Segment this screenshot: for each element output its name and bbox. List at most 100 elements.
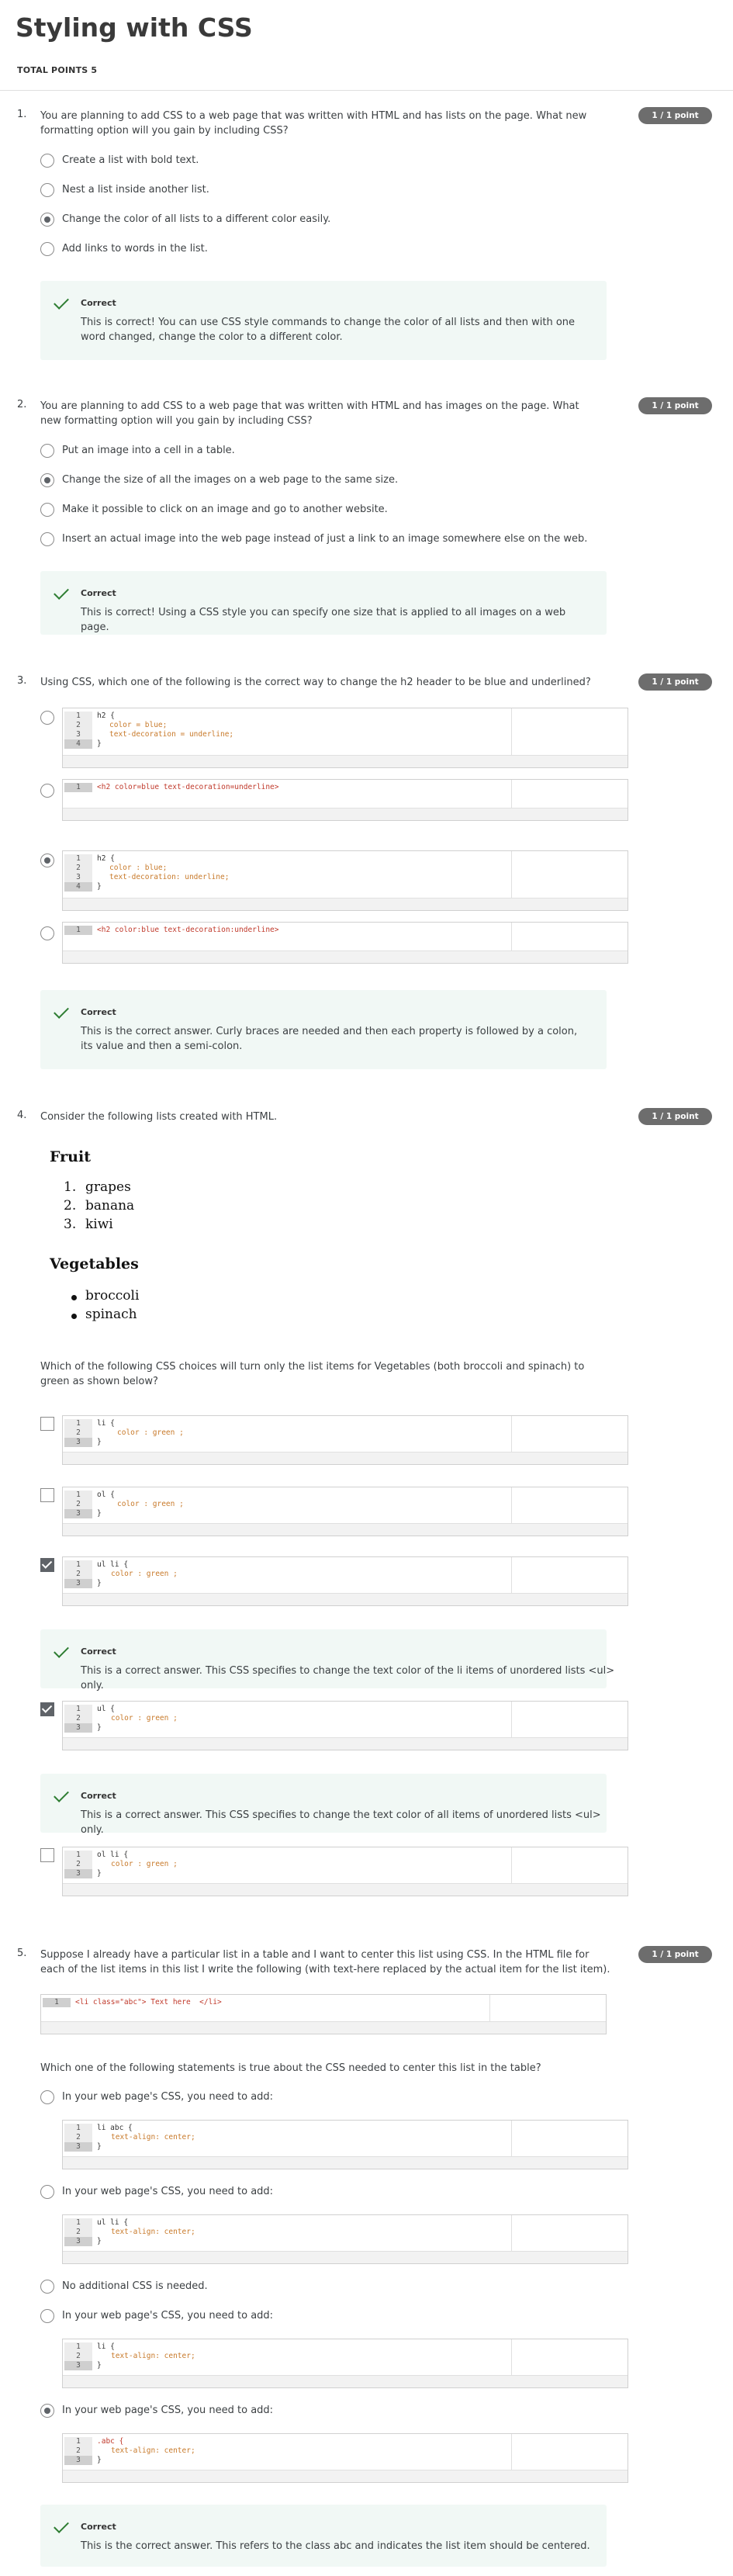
code-footer [63,2375,628,2387]
radio-button[interactable] [40,242,54,256]
feedback-title: Correct [81,1646,116,1657]
option-label: Make it possible to click on an image an… [62,504,388,515]
code-text: text-align: center; [111,2446,195,2455]
code-text: } [97,739,102,748]
code-preview-pane [511,2339,628,2376]
code-block: 1 h2 { 2 color = blue; 3 text-decoration = … [62,708,628,768]
radio-button-selected[interactable] [40,473,54,487]
radio-button[interactable] [40,784,54,798]
radio-button[interactable] [40,2309,54,2323]
code-text: <h2 color=blue text-decoration=underline… [97,783,279,791]
option-label: Change the size of all the images on a w… [62,474,399,486]
question-subtext: Which one of the following statements is… [40,2062,541,2074]
checkbox[interactable] [40,1848,54,1862]
code-text: h2 { [97,854,115,863]
feedback-title: Correct [81,298,116,308]
check-icon [54,294,69,310]
code-text: <h2 color:blue text-decoration:underline… [97,926,279,934]
question-number: 3. [17,675,27,687]
question-text: You are planning to add CSS to a web pag… [40,400,579,427]
code-text: } [97,1509,102,1518]
feedback-correct: Correct This is a correct answer. This C… [40,1629,614,1691]
radio-button[interactable] [40,2090,54,2104]
question-2: 2. You are planning to add CSS to a web … [0,397,733,639]
line-number: 3 [64,2361,92,2370]
feedback-correct: Correct This is correct! You can use CSS… [40,281,607,360]
line-number: 2 [64,864,92,873]
page-title: Styling with CSS [16,12,253,43]
feedback-text: This is a correct answer. This CSS speci… [81,1809,601,1836]
checkbox-checked[interactable] [40,1702,54,1716]
list-item: spinach [85,1307,137,1322]
radio-button[interactable] [40,926,54,940]
line-number: 2 [64,1570,92,1579]
feedback-text: This is correct! Using a CSS style you c… [81,607,566,633]
option-label: Change the color of all lists to a diffe… [62,213,331,225]
line-number: 3 [64,2237,92,2246]
radio-button[interactable] [40,183,54,197]
radio-button[interactable] [40,2280,54,2294]
feedback-correct: Correct This is the correct answer. Curl… [40,990,607,1069]
line-number: 2 [64,1714,92,1723]
code-footer [63,898,628,910]
checkbox-checked[interactable] [40,1558,54,1572]
feedback-correct: Correct This is correct! Using a CSS sty… [40,571,607,635]
code-text: } [97,2237,102,2245]
code-preview-pane [511,1416,628,1452]
check-icon [54,1643,69,1658]
bullet-icon [71,1314,77,1319]
code-block: 1 ul { 2 color : green ; 3} [62,1701,628,1750]
line-number: 1 [64,712,92,721]
feedback-text: This is the correct answer. This refers … [81,2540,590,2552]
code-preview-pane [511,1702,628,1738]
code-block: 1 ul li { 2 color : green ; 3} [62,1556,628,1606]
radio-button[interactable] [40,503,54,517]
line-number: 1 [64,1560,92,1570]
code-preview-pane [511,1847,628,1884]
radio-button[interactable] [40,2185,54,2199]
list-marker: 3. [64,1217,77,1232]
code-preview-pane [489,1995,606,2022]
question-subtext: Which of the following CSS choices will … [40,1361,585,1387]
radio-button-selected[interactable] [40,2404,54,2418]
list-item: kiwi [85,1217,113,1232]
code-text: ul li { [97,2218,129,2227]
code-text: text-align: center; [111,2352,195,2360]
fruit-heading: Fruit [50,1148,91,1165]
radio-button[interactable] [40,711,54,725]
code-preview-pane [511,2215,628,2252]
list-marker: 2. [64,1198,77,1214]
line-number: 3 [64,1869,92,1878]
code-text: .abc { [97,2437,124,2446]
line-number: 2 [64,1860,92,1869]
feedback-correct: Correct This is a correct answer. This C… [40,1774,607,1836]
radio-button-selected[interactable] [40,853,54,867]
checkbox[interactable] [40,1417,54,1431]
question-1: 1. You are planning to add CSS to a web … [0,107,733,365]
feedback-title: Correct [81,588,116,598]
code-preview-pane [511,851,628,898]
question-text: Consider the following lists created wit… [40,1111,278,1123]
question-number: 5. [17,1948,27,1959]
code-text: <li class="abc"> Text here </li> [75,1998,222,2006]
feedback-title: Correct [81,1791,116,1801]
option-label: No additional CSS is needed. [62,2280,208,2292]
checkbox[interactable] [40,1488,54,1502]
radio-button[interactable] [40,532,54,546]
line-number: 4 [64,739,92,749]
line-number: 3 [64,1509,92,1518]
option-label: Add links to words in the list. [62,243,208,254]
check-icon [54,584,69,600]
option-label: Create a list with bold text. [62,154,199,166]
line-number: 1 [64,2437,92,2446]
feedback-title: Correct [81,1007,116,1017]
code-footer [63,2251,628,2263]
option-label: Put an image into a cell in a table. [62,445,235,456]
code-block: 1 <h2 color:blue text-decoration:underlin… [62,922,628,964]
radio-button-selected[interactable] [40,213,54,227]
code-preview-pane [511,708,628,756]
code-block: 1 .abc { 2 text-align: center; 3} [62,2433,628,2483]
radio-button[interactable] [40,154,54,168]
radio-button[interactable] [40,444,54,458]
total-points: TOTAL POINTS 5 [17,65,98,75]
